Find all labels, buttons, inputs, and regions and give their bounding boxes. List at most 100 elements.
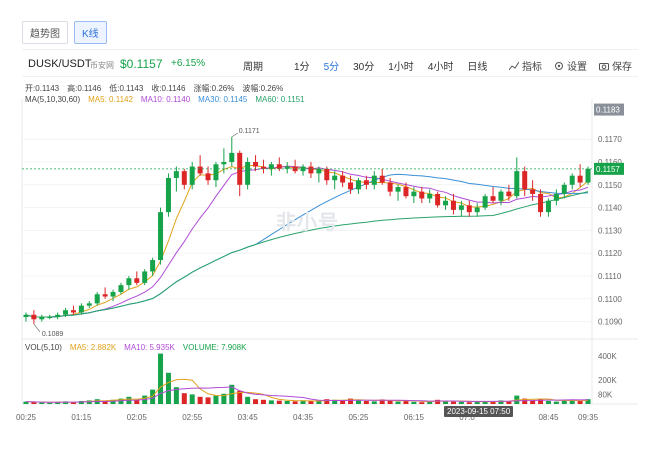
volume-bar xyxy=(506,401,512,404)
volume-bar xyxy=(363,401,369,404)
volume-bar xyxy=(411,401,417,404)
volume-bar xyxy=(395,401,401,404)
candle-body xyxy=(545,200,551,213)
volume-bar xyxy=(458,401,464,404)
candle-body xyxy=(126,278,132,286)
volume-bar xyxy=(245,396,251,404)
volume-bar xyxy=(268,400,274,404)
candle-body xyxy=(308,166,314,174)
candle-body xyxy=(514,171,520,197)
candle-body xyxy=(482,196,488,208)
volume-bar xyxy=(260,399,266,404)
candle-body xyxy=(31,314,37,320)
candle-body xyxy=(189,166,195,185)
candle-body xyxy=(245,162,251,185)
ma10-line xyxy=(25,165,589,318)
volume-bar xyxy=(292,401,298,404)
candle-body xyxy=(63,310,69,315)
candle-body xyxy=(411,191,417,197)
price-tick-label: 0.1120 xyxy=(598,249,622,258)
candle-body xyxy=(561,184,567,194)
candle-body xyxy=(165,177,171,213)
volume-bar xyxy=(450,401,456,404)
price-tick-label: 0.1100 xyxy=(598,295,622,304)
volume-bar xyxy=(403,401,409,404)
candle-body xyxy=(403,187,409,197)
high-label: 0.1171 xyxy=(239,128,260,135)
candle-body xyxy=(181,171,187,185)
candle-body xyxy=(585,168,591,183)
candle-body xyxy=(395,187,401,192)
price-tick-label: 0.1140 xyxy=(598,204,622,213)
time-tick-label: 09:35 xyxy=(578,413,599,422)
candle-body xyxy=(102,294,108,297)
volume-bar xyxy=(158,353,164,404)
candle-body xyxy=(387,182,393,192)
volume-bar xyxy=(371,401,377,404)
candle-body xyxy=(39,317,45,320)
candle-body xyxy=(332,175,338,181)
volume-bar xyxy=(419,402,425,404)
time-tick-label: 04:35 xyxy=(293,413,314,422)
candle-body xyxy=(94,294,100,304)
candle-body xyxy=(458,205,464,210)
ma30-line xyxy=(25,173,589,318)
candle-body xyxy=(70,310,76,313)
candle-body xyxy=(110,291,116,297)
candle-body xyxy=(371,175,377,185)
candle-body xyxy=(577,175,583,183)
candle-body xyxy=(324,168,330,181)
volume-bar xyxy=(189,394,195,404)
candle-body xyxy=(316,168,322,174)
volume-bar xyxy=(47,402,53,404)
volume-tick-label: 80K xyxy=(598,390,613,399)
high-pointer xyxy=(231,132,239,138)
candle-body xyxy=(134,278,140,283)
time-tick-label: 01:15 xyxy=(71,413,92,422)
candle-body xyxy=(276,164,282,169)
time-tick-label: 05:25 xyxy=(348,413,369,422)
volume-bar xyxy=(545,401,551,404)
candle-body xyxy=(118,285,124,292)
candle-body xyxy=(23,314,29,318)
time-tick-label: 00:25 xyxy=(16,413,37,422)
volume-bar xyxy=(253,399,259,404)
candle-body xyxy=(538,193,544,213)
volume-tick-label: 200K xyxy=(598,376,617,385)
current-price-tag-label: 0.1157 xyxy=(596,165,620,174)
volume-bar xyxy=(466,402,472,404)
candle-body xyxy=(553,193,559,201)
footer-watermark: 头条号 / 撸串研究生33 xyxy=(490,428,620,443)
candle-body xyxy=(221,162,227,165)
candle-body xyxy=(348,182,354,190)
volume-bar xyxy=(284,401,290,404)
volume-bar xyxy=(205,397,211,404)
volume-bar xyxy=(340,400,346,404)
candle-body xyxy=(474,207,480,213)
candle-body xyxy=(47,317,53,319)
candle-body xyxy=(443,200,449,206)
volume-bar xyxy=(355,400,361,404)
volume-bar xyxy=(316,401,322,404)
candle-body xyxy=(340,175,346,183)
candle-body xyxy=(86,303,92,306)
watermark: 非小号 xyxy=(276,212,339,234)
price-tick-label: 0.1110 xyxy=(598,272,622,281)
crosshair-time: 2023-09-15 07:50 xyxy=(444,406,514,417)
candle-body xyxy=(379,175,385,183)
volume-bar xyxy=(577,401,583,404)
volume-bar xyxy=(134,400,140,404)
candle-body xyxy=(427,193,433,199)
top-price-tag-label: 0.1183 xyxy=(596,106,620,115)
time-tick-label: 08:45 xyxy=(538,413,559,422)
candle-body xyxy=(435,193,441,206)
low-label: 0.1089 xyxy=(42,331,64,338)
candle-body xyxy=(522,171,528,190)
candle-body xyxy=(490,196,496,201)
time-tick-label: 06:15 xyxy=(404,413,425,422)
candle-body xyxy=(355,180,361,190)
volume-bar xyxy=(181,393,187,404)
candle-body xyxy=(253,162,259,167)
price-tick-label: 0.1090 xyxy=(598,318,623,327)
volume-bar xyxy=(213,395,219,404)
